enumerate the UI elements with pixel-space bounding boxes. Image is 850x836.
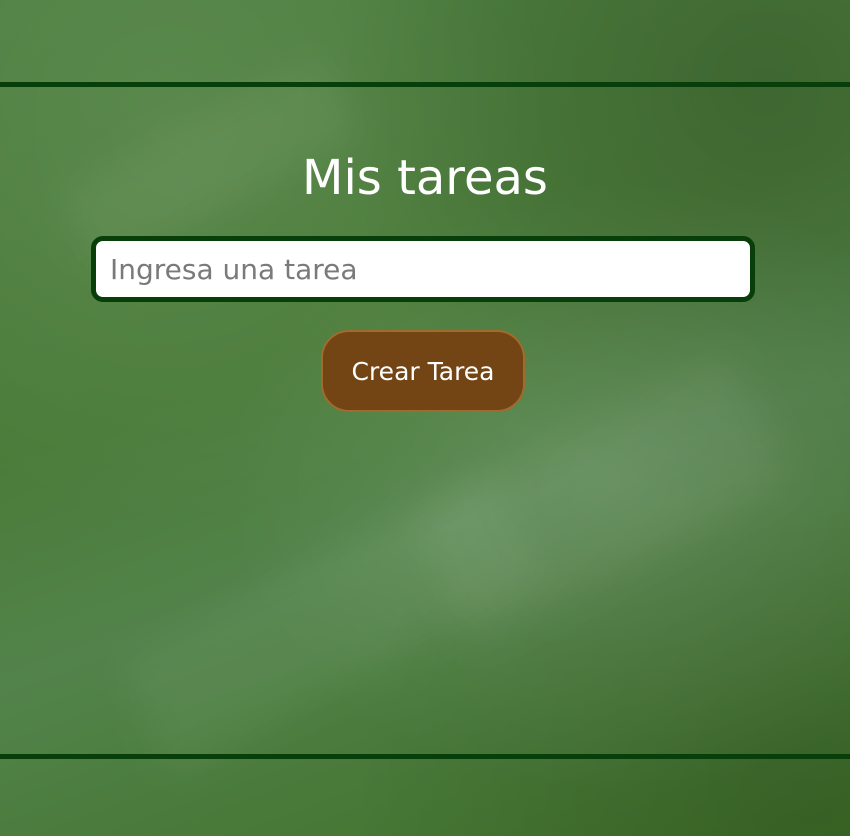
top-divider-line [0, 82, 850, 87]
create-task-button[interactable]: Crear Tarea [321, 330, 525, 412]
chalk-smudge [116, 468, 544, 772]
bottom-divider-line [0, 754, 850, 759]
page-title: Mis tareas [302, 150, 548, 206]
task-input[interactable] [91, 236, 755, 302]
